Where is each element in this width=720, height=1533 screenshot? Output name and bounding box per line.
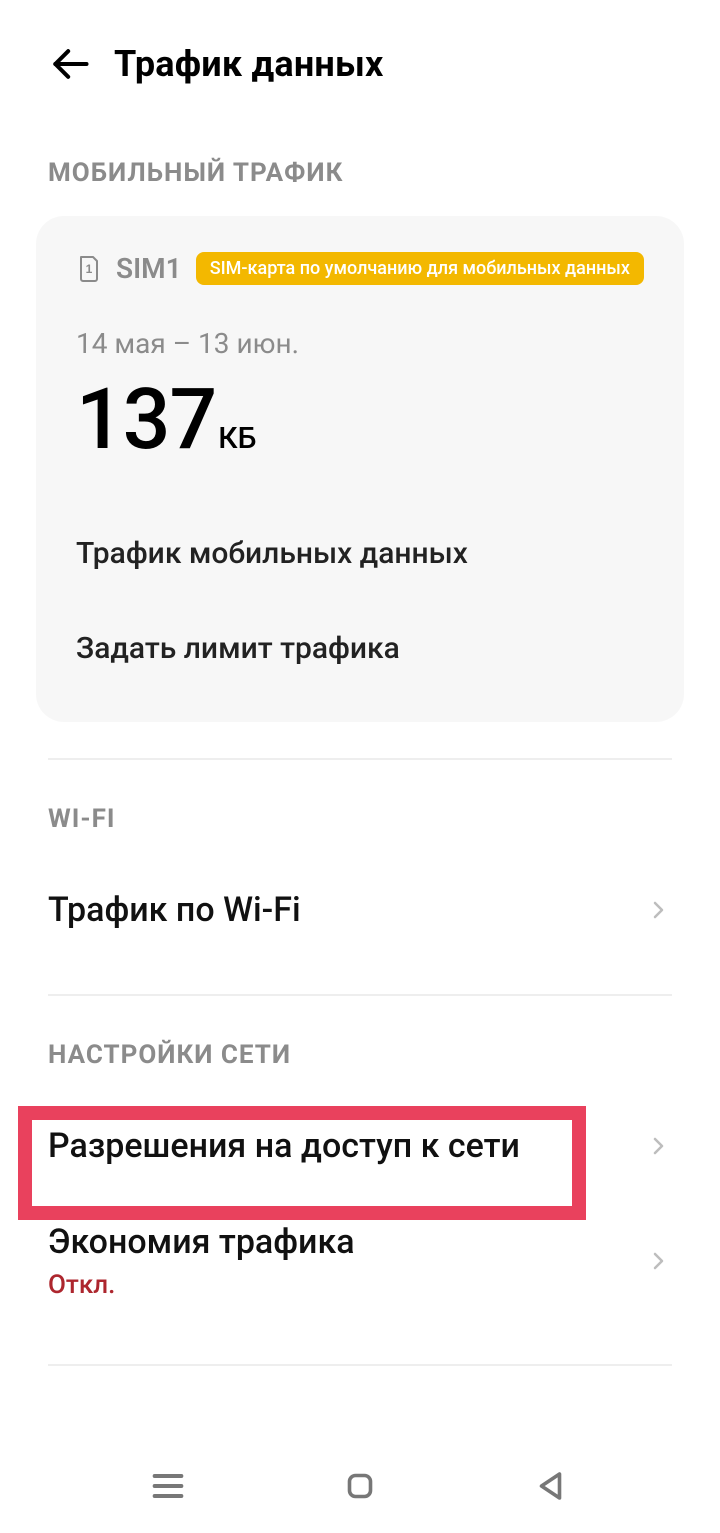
usage-unit: КБ (218, 421, 256, 456)
data-usage-value: 137 КБ (76, 378, 644, 462)
chevron-right-icon (644, 896, 672, 924)
default-sim-badge: SIM-карта по умолчанию для мобильных дан… (196, 252, 644, 285)
network-permissions-row[interactable]: Разрешения на доступ к сети (48, 1098, 672, 1194)
mobile-data-traffic-item[interactable]: Трафик мобильных данных (76, 506, 644, 601)
billing-period: 14 мая – 13 июн. (76, 327, 644, 360)
wifi-traffic-label: Трафик по Wi-Fi (48, 890, 301, 930)
chevron-right-icon (644, 1247, 672, 1275)
section-title-network: НАСТРОЙКИ СЕТИ (0, 996, 720, 1098)
data-saver-row[interactable]: Экономия трафика Откл. (48, 1194, 672, 1328)
data-saver-status: Откл. (48, 1270, 355, 1300)
set-data-limit-item[interactable]: Задать лимит трафика (76, 601, 644, 696)
usage-number: 137 (76, 378, 216, 462)
page-title: Трафик данных (114, 43, 384, 85)
chevron-right-icon (644, 1132, 672, 1160)
nav-home-icon[interactable] (331, 1457, 389, 1515)
nav-recent-icon[interactable] (139, 1457, 197, 1515)
wifi-traffic-row[interactable]: Трафик по Wi-Fi (48, 862, 672, 958)
section-title-mobile: МОБИЛЬНЫЙ ТРАФИК (0, 114, 720, 216)
divider (48, 1364, 672, 1366)
network-permissions-label: Разрешения на доступ к сети (48, 1126, 520, 1166)
sim-label: SIM1 (116, 252, 182, 285)
system-navbar (0, 1457, 720, 1515)
data-saver-label: Экономия трафика (48, 1222, 355, 1262)
nav-back-icon[interactable] (523, 1457, 581, 1515)
svg-text:1: 1 (86, 262, 93, 276)
section-title-wifi: WI-FI (0, 760, 720, 862)
sim-card-icon: 1 (76, 254, 102, 284)
sim-usage-card[interactable]: 1 SIM1 SIM-карта по умолчанию для мобиль… (36, 216, 684, 722)
back-icon[interactable] (44, 38, 96, 90)
